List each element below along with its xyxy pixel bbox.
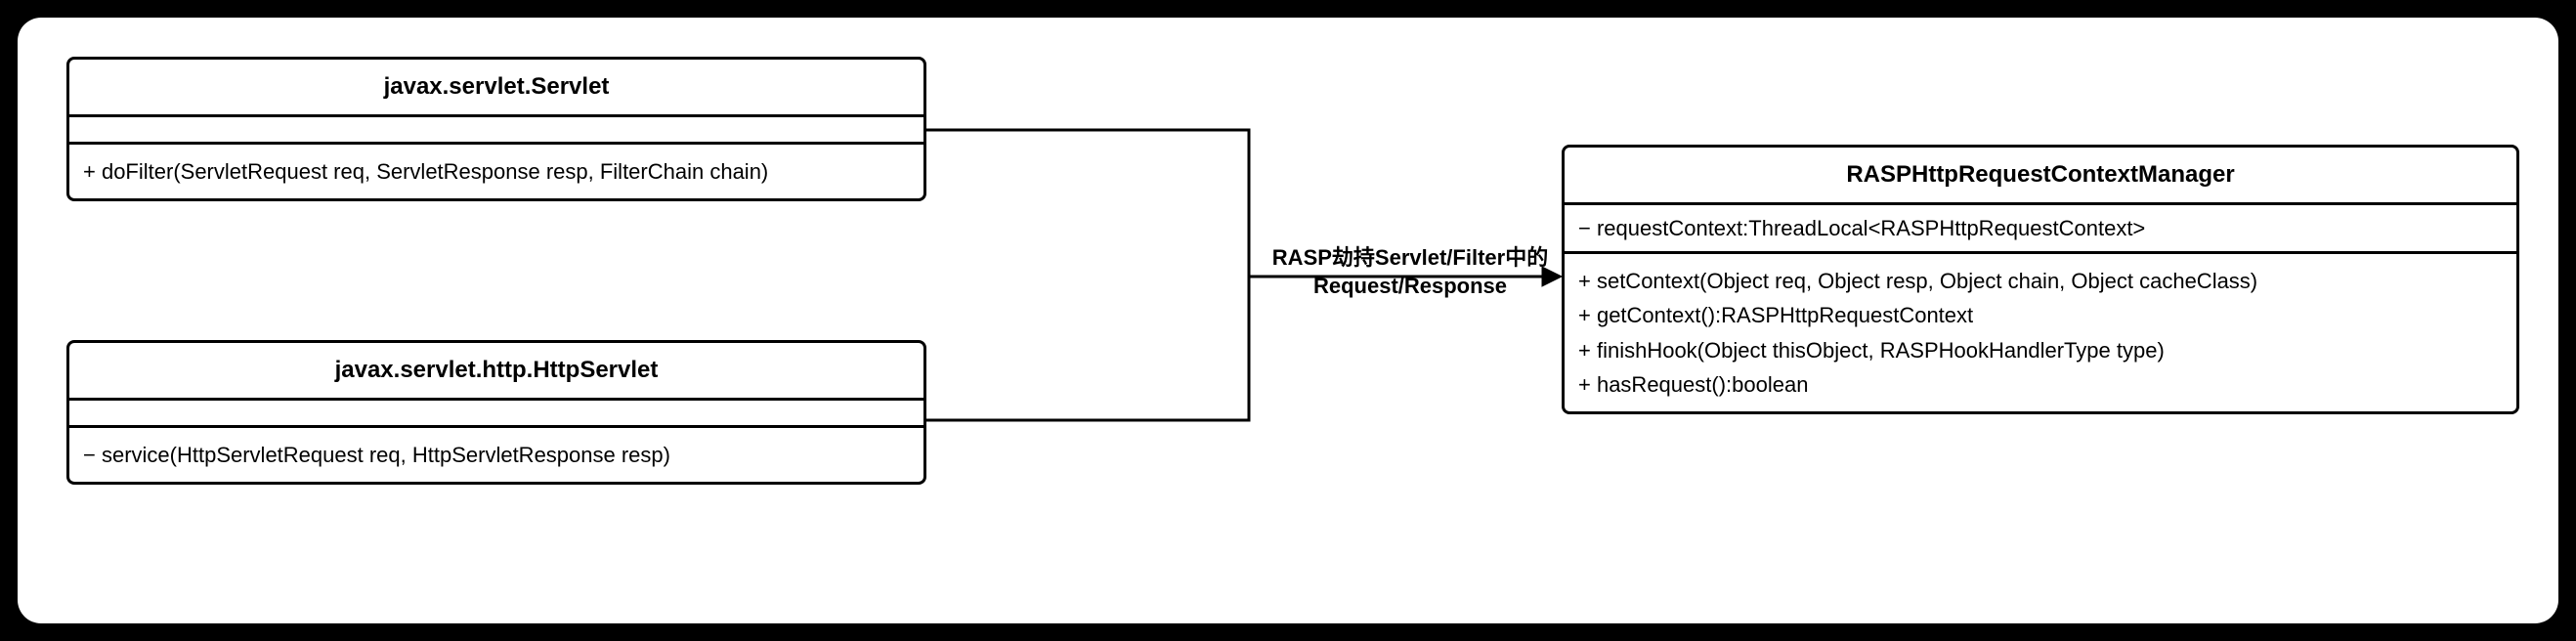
class-httpservlet-attributes [69, 401, 923, 428]
operation: + doFilter(ServletRequest req, ServletRe… [83, 154, 910, 189]
connector-label-line1: RASP劫持Servlet/Filter中的 [1259, 244, 1562, 273]
operation: + finishHook(Object thisObject, RASPHook… [1578, 333, 2503, 367]
class-servlet: javax.servlet.Servlet + doFilter(Servlet… [66, 57, 926, 201]
class-rasp-operations: + setContext(Object req, Object resp, Ob… [1565, 254, 2516, 411]
class-rasp-attributes: − requestContext:ThreadLocal<RASPHttpReq… [1565, 205, 2516, 254]
class-httpservlet-operations: − service(HttpServletRequest req, HttpSe… [69, 428, 923, 482]
class-rasp-manager: RASPHttpRequestContextManager − requestC… [1562, 145, 2519, 414]
class-rasp-title: RASPHttpRequestContextManager [1565, 148, 2516, 205]
diagram-canvas: javax.servlet.Servlet + doFilter(Servlet… [18, 18, 2558, 623]
class-servlet-title: javax.servlet.Servlet [69, 60, 923, 117]
attribute: − requestContext:ThreadLocal<RASPHttpReq… [1578, 211, 2503, 245]
class-httpservlet-title: javax.servlet.http.HttpServlet [69, 343, 923, 401]
operation: + getContext():RASPHttpRequestContext [1578, 298, 2503, 332]
operation: + hasRequest():boolean [1578, 367, 2503, 402]
connector-label: RASP劫持Servlet/Filter中的 Request/Response [1259, 244, 1562, 300]
class-servlet-attributes [69, 117, 923, 145]
connector-label-line2: Request/Response [1259, 273, 1562, 301]
operation: + setContext(Object req, Object resp, Ob… [1578, 264, 2503, 298]
operation: − service(HttpServletRequest req, HttpSe… [83, 438, 910, 472]
class-httpservlet: javax.servlet.http.HttpServlet − service… [66, 340, 926, 485]
class-servlet-operations: + doFilter(ServletRequest req, ServletRe… [69, 145, 923, 198]
